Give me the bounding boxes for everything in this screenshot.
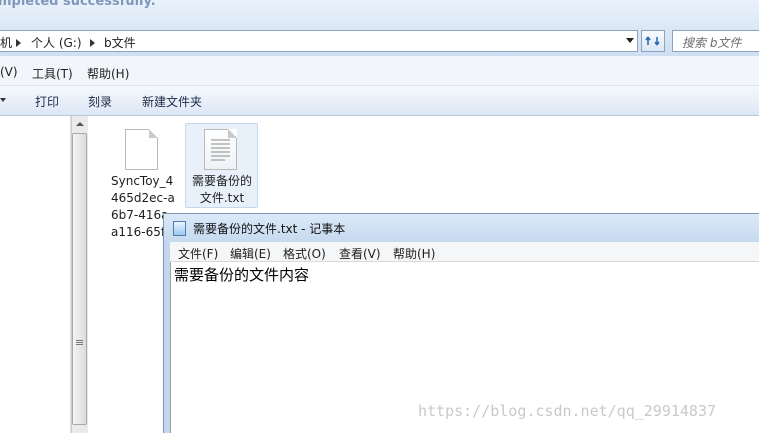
grip-icon <box>76 340 83 341</box>
breadcrumb-drive[interactable]: 个人 (G:) <box>31 34 82 51</box>
notepad-title: 需要备份的文件.txt - 记事本 <box>193 222 346 236</box>
scrollbar-thumb[interactable] <box>72 133 87 425</box>
new-folder-button[interactable]: 新建文件夹 <box>142 93 202 110</box>
scroll-up-icon[interactable] <box>76 122 84 126</box>
print-button[interactable]: 打印 <box>35 93 59 110</box>
text-document-icon[interactable] <box>204 129 237 170</box>
notepad-menu-edit[interactable]: 编辑(E) <box>230 245 271 262</box>
notepad-title-bar[interactable]: 需要备份的文件.txt - 记事本 <box>164 214 759 242</box>
notification-text: mpleted successfully. <box>0 0 156 9</box>
menu-help[interactable]: 帮助(H) <box>87 65 129 82</box>
search-input[interactable]: 搜索 b文件 <box>672 30 759 52</box>
file-name-backup-txt[interactable]: 需要备份的 文件.txt <box>192 173 252 207</box>
refresh-icon <box>645 36 660 46</box>
notepad-menu-view[interactable]: 查看(V) <box>339 245 381 262</box>
notification-strip: mpleted successfully. <box>0 0 759 28</box>
breadcrumb-folder[interactable]: b文件 <box>104 34 136 51</box>
command-bar: 打印 刻录 新建文件夹 <box>0 86 759 116</box>
menu-tools[interactable]: 工具(T) <box>32 65 73 82</box>
chevron-down-icon[interactable] <box>626 38 634 43</box>
breadcrumb-arrow-icon[interactable] <box>90 39 95 47</box>
menu-bar: (V) 工具(T) 帮助(H) <box>0 56 759 86</box>
breadcrumb-arrow-icon[interactable] <box>16 39 21 47</box>
address-bar[interactable]: 机 个人 (G:) b文件 <box>0 30 638 52</box>
notepad-content: 需要备份的文件内容 <box>174 266 310 284</box>
notepad-menu-help[interactable]: 帮助(H) <box>393 245 435 262</box>
text-lines-icon <box>211 139 230 161</box>
search-placeholder: 搜索 b文件 <box>682 36 742 50</box>
breadcrumb-computer[interactable]: 机 <box>0 34 12 51</box>
notepad-menu-bar: 文件(F) 编辑(E) 格式(O) 查看(V) 帮助(H) <box>170 242 759 262</box>
blank-document-icon[interactable] <box>125 129 158 170</box>
watermark: https://blog.csdn.net/qq_29914837 <box>418 402 717 420</box>
menu-view[interactable]: (V) <box>0 65 18 79</box>
notepad-menu-file[interactable]: 文件(F) <box>178 245 218 262</box>
navigation-pane[interactable] <box>0 116 71 433</box>
notepad-icon[interactable] <box>173 221 186 236</box>
refresh-button[interactable] <box>641 30 665 52</box>
organize-dropdown-icon[interactable] <box>0 98 6 102</box>
notepad-menu-format[interactable]: 格式(O) <box>283 245 326 262</box>
burn-button[interactable]: 刻录 <box>88 93 112 110</box>
